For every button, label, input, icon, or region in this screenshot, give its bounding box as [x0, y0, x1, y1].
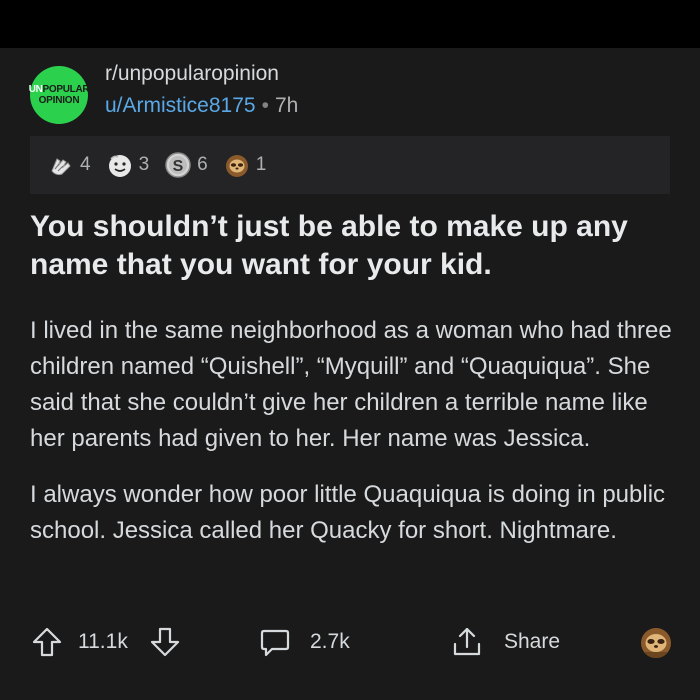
award-count: 6 — [197, 154, 208, 175]
subreddit-icon[interactable]: UNPOPULAR OPINION — [28, 66, 90, 124]
award-count: 4 — [80, 154, 91, 175]
wholesome-award-icon — [105, 150, 135, 180]
upvote-button[interactable] — [30, 620, 64, 664]
post-age: 7h — [274, 94, 299, 117]
post-title[interactable]: You shouldn’t just be able to make up an… — [30, 208, 670, 284]
vote-count: 11.1k — [78, 630, 128, 653]
share-icon — [450, 625, 484, 659]
post-paragraph: I lived in the same neighborhood as a wo… — [30, 317, 672, 452]
hands-award-icon — [46, 150, 76, 180]
upvote-arrow-icon — [30, 625, 64, 659]
post-meta: u/Armistice8175 • 7h — [105, 94, 298, 118]
downvote-arrow-icon — [148, 625, 182, 659]
award-item[interactable]: S 6 — [163, 150, 208, 180]
post-paragraph: I always wonder how poor little Quaquiqu… — [30, 481, 666, 544]
post-body: I lived in the same neighborhood as a wo… — [30, 313, 680, 569]
sloth-award-icon — [222, 150, 252, 180]
top-bar — [0, 0, 700, 48]
subreddit-icon-text-line1: POPULAR — [42, 84, 90, 95]
subreddit-icon-text-line2: OPINION — [38, 95, 80, 106]
awards-bar[interactable]: 4 3 S 6 1 — [30, 136, 670, 194]
award-count: 1 — [255, 154, 267, 175]
award-item[interactable]: 1 — [222, 150, 267, 180]
award-item[interactable]: 4 — [46, 150, 91, 180]
comment-bubble-icon — [258, 625, 292, 659]
subreddit-name[interactable]: r/unpopularopinion — [105, 62, 279, 86]
share-button[interactable] — [450, 620, 484, 664]
silver-award-icon: S — [163, 150, 193, 180]
award-item[interactable]: 3 — [105, 150, 150, 180]
subreddit-icon-text-prefix: UN — [28, 84, 43, 95]
award-count: 3 — [138, 154, 150, 175]
comment-count[interactable]: 2.7k — [310, 620, 350, 664]
action-bar: 11.1k 2.7k Share — [30, 620, 680, 664]
meta-separator: • — [261, 94, 269, 117]
svg-text:S: S — [173, 158, 184, 175]
share-label[interactable]: Share — [504, 620, 560, 664]
comments-button[interactable] — [258, 620, 292, 664]
downvote-button[interactable] — [148, 620, 182, 664]
sloth-award-icon[interactable] — [636, 620, 676, 664]
author-link[interactable]: u/Armistice8175 — [105, 94, 256, 117]
